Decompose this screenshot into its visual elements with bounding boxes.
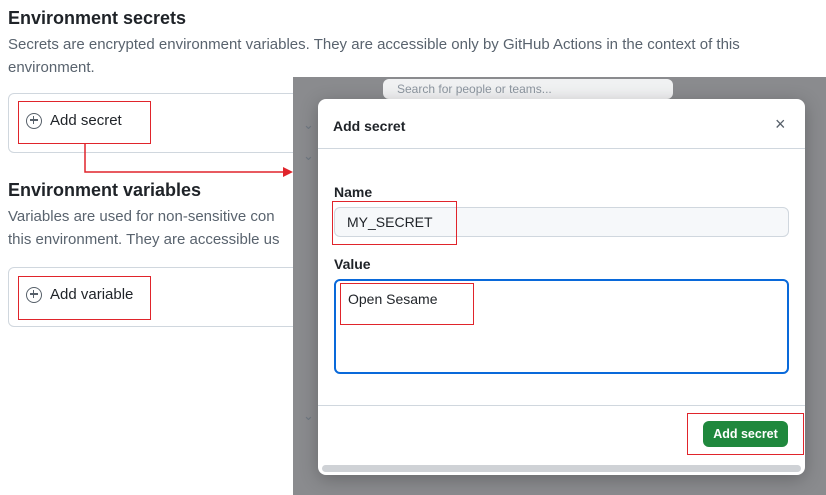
chevron-down-icon: ⌄: [303, 408, 314, 423]
close-icon[interactable]: ×: [775, 114, 786, 135]
name-label: Name: [334, 184, 373, 200]
secrets-description: Secrets are encrypted environment variab…: [8, 33, 818, 79]
secrets-description-line2: environment.: [8, 59, 95, 76]
annotation-arrow: [84, 144, 293, 177]
value-label: Value: [334, 256, 371, 272]
chevron-down-icon: ⌄: [303, 117, 314, 132]
variables-description-line1: Variables are used for non-sensitive con: [8, 208, 275, 225]
annotation-submit-button: [687, 413, 804, 455]
variables-description-line2: this environment. They are accessible us: [8, 231, 280, 248]
secrets-heading: Environment secrets: [8, 8, 187, 28]
dialog-title: Add secret: [333, 118, 406, 134]
chevron-down-icon: ⌄: [303, 148, 314, 163]
annotation-value-field: [340, 283, 474, 325]
annotation-add-secret: [18, 101, 151, 144]
people-search-input: Search for people or teams...: [383, 79, 673, 99]
annotation-add-variable: [18, 276, 151, 320]
variables-heading: Environment variables: [8, 180, 202, 200]
annotation-name-field: [332, 201, 457, 245]
variables-description: Variables are used for non-sensitive con…: [8, 205, 298, 251]
secrets-description-line1: Secrets are encrypted environment variab…: [8, 36, 740, 53]
horizontal-scrollbar[interactable]: [322, 465, 801, 472]
footer-divider: [318, 405, 805, 406]
